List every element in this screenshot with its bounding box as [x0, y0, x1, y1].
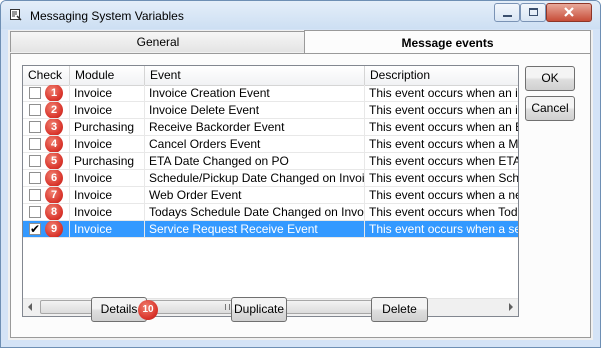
dialog-client: General Message events Check Module Even…	[8, 30, 593, 340]
cancel-button[interactable]: Cancel	[525, 96, 575, 121]
callout-badge: 3	[45, 119, 63, 135]
description-cell: This event occurs when a Mo.	[369, 137, 518, 151]
description-cell: This event occurs when a new	[369, 188, 518, 202]
ok-button[interactable]: OK	[525, 66, 575, 91]
description-cell: This event occurs when Sche.	[369, 171, 518, 185]
description-cell: This event occurs when an Ba	[369, 120, 518, 134]
check-cell: 1	[23, 85, 70, 101]
table-row[interactable]: 8 Invoice Todays Schedule Date Changed on …	[23, 204, 518, 221]
event-cell: ETA Date Changed on PO	[145, 153, 365, 169]
row-checkbox[interactable]	[29, 221, 41, 237]
column-header-event[interactable]: Event	[145, 66, 365, 85]
module-cell: Purchasing	[70, 153, 145, 169]
check-cell: 8	[23, 204, 70, 220]
table-row[interactable]: 1 Invoice Invoice Creation Event This event…	[23, 85, 518, 102]
column-header-check[interactable]: Check	[23, 66, 70, 85]
column-header-description[interactable]: Description	[365, 66, 518, 85]
description-cell: This event occurs when Toda.	[369, 205, 518, 219]
module-cell: Invoice	[70, 204, 145, 220]
row-checkbox[interactable]	[29, 155, 41, 167]
description-cell: This event occurs when ETA .	[369, 154, 518, 168]
check-cell: 6	[23, 170, 70, 186]
module-cell: Invoice	[70, 85, 145, 101]
close-button[interactable]	[546, 3, 592, 22]
minimize-button[interactable]	[494, 3, 520, 22]
maximize-icon	[529, 8, 538, 16]
check-cell: 7	[23, 187, 70, 203]
row-checkbox[interactable]	[29, 104, 41, 116]
close-icon	[564, 7, 574, 17]
check-cell: 2	[23, 102, 70, 118]
duplicate-button[interactable]: Duplicate	[231, 297, 287, 322]
scroll-right-icon[interactable]	[509, 303, 513, 311]
event-cell: Invoice Delete Event	[145, 102, 365, 118]
row-checkbox[interactable]	[29, 189, 41, 201]
description-cell: This event occurs when an inv	[369, 86, 518, 100]
check-cell: 4	[23, 136, 70, 152]
event-cell: Receive Backorder Event	[145, 119, 365, 135]
tab-general[interactable]: General	[10, 31, 306, 52]
event-cell: Web Order Event	[145, 187, 365, 203]
maximize-button[interactable]	[520, 3, 546, 22]
events-grid[interactable]: Check Module Event Description 1 Invoice I…	[22, 65, 519, 317]
callout-badge: 8	[45, 204, 63, 220]
description-cell: This event occurs when an inv	[369, 103, 518, 117]
module-cell: Purchasing	[70, 119, 145, 135]
check-cell: 3	[23, 119, 70, 135]
title-bar[interactable]: Messaging System Variables	[1, 1, 600, 29]
table-row[interactable]: 4 Invoice Cancel Orders Event This event oc…	[23, 136, 518, 153]
event-cell: Schedule/Pickup Date Changed on Invoice	[145, 170, 365, 186]
scroll-left-icon[interactable]	[28, 303, 32, 311]
table-row[interactable]: 5 Purchasing ETA Date Changed on PO This ev…	[23, 153, 518, 170]
event-cell: Todays Schedule Date Changed on Invoice	[145, 204, 365, 220]
row-checkbox[interactable]	[29, 121, 41, 133]
table-row[interactable]: 7 Invoice Web Order Event This event occurs…	[23, 187, 518, 204]
module-cell: Invoice	[70, 170, 145, 186]
module-cell: Invoice	[70, 102, 145, 118]
window-title: Messaging System Variables	[30, 9, 184, 23]
callout-badge: 2	[45, 102, 63, 118]
dialog-window: Messaging System Variables General Messa…	[0, 0, 601, 348]
event-cell: Service Request Receive Event	[145, 221, 365, 237]
module-cell: Invoice	[70, 221, 145, 237]
event-cell: Invoice Creation Event	[145, 85, 365, 101]
check-cell: 5	[23, 153, 70, 169]
callout-badge: 5	[45, 153, 63, 169]
module-cell: Invoice	[70, 136, 145, 152]
tab-message-events[interactable]: Message events	[304, 30, 591, 54]
callout-badge: 10	[138, 300, 158, 320]
callout-badge: 9	[45, 221, 63, 237]
event-cell: Cancel Orders Event	[145, 136, 365, 152]
column-header-module[interactable]: Module	[70, 66, 145, 85]
row-checkbox[interactable]	[29, 87, 41, 99]
description-cell: This event occurs when a serv	[369, 222, 518, 236]
app-icon	[10, 9, 22, 21]
row-checkbox[interactable]	[29, 172, 41, 184]
check-cell: 9	[23, 221, 70, 237]
table-row[interactable]: 9 InvoiceService Request Receive Event Thi…	[23, 221, 518, 238]
table-row[interactable]: 6 Invoice Schedule/Pickup Date Changed on …	[23, 170, 518, 187]
callout-badge: 6	[45, 170, 63, 186]
grid-header: Check Module Event Description	[23, 66, 518, 86]
table-row[interactable]: 3 Purchasing Receive Backorder Event This e…	[23, 119, 518, 136]
table-row[interactable]: 2 Invoice Invoice Delete Event This event o…	[23, 102, 518, 119]
delete-button[interactable]: Delete	[371, 297, 428, 322]
row-checkbox[interactable]	[29, 206, 41, 218]
minimize-icon	[503, 15, 512, 17]
callout-badge: 1	[45, 85, 63, 101]
row-checkbox[interactable]	[29, 138, 41, 150]
module-cell: Invoice	[70, 187, 145, 203]
callout-badge: 7	[45, 187, 63, 203]
callout-badge: 4	[45, 136, 63, 152]
